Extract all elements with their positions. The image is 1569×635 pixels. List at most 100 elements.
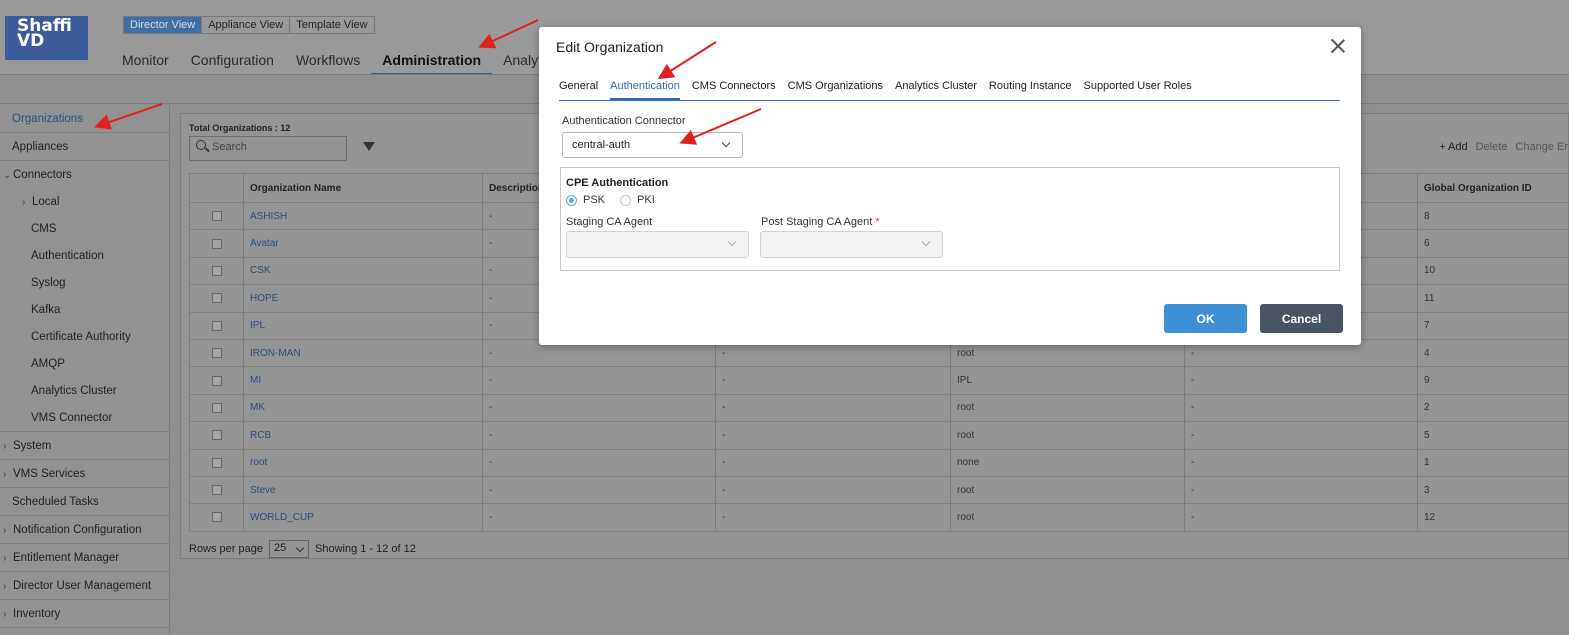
- table-row[interactable]: MK - - root -2: [189, 394, 1569, 423]
- cell-gid: 8: [1417, 203, 1569, 230]
- sidebar-item-notification-configuration[interactable]: › Notification Configuration: [0, 516, 169, 544]
- sidebar-item-scheduled-tasks[interactable]: Scheduled Tasks: [0, 488, 169, 516]
- change-button[interactable]: Change Er: [1515, 141, 1568, 153]
- cell-name[interactable]: HOPE: [243, 285, 482, 312]
- nav-workflows[interactable]: Workflows: [285, 50, 371, 76]
- cell-name[interactable]: IPL: [243, 312, 482, 339]
- cell-gid: 12: [1417, 504, 1569, 531]
- sidebar-item-vms-services[interactable]: › VMS Services: [0, 460, 169, 488]
- chevron-right-icon: ›: [22, 197, 26, 208]
- cell-name[interactable]: root: [243, 449, 482, 476]
- director-view-tab[interactable]: Director View: [124, 17, 203, 33]
- column-organization-name[interactable]: Organization Name: [243, 174, 482, 202]
- sidebar-item-organizations[interactable]: Organizations: [0, 105, 169, 133]
- cell-name[interactable]: ASHISH: [243, 203, 482, 230]
- tab-supported-user-roles[interactable]: Supported User Roles: [1083, 79, 1191, 100]
- cell-gid: 2: [1417, 394, 1569, 422]
- column-global-organization-id[interactable]: Global Organization ID: [1417, 174, 1569, 202]
- cell-desc: -: [482, 394, 715, 422]
- row-checkbox[interactable]: [211, 238, 222, 249]
- row-checkbox[interactable]: [211, 457, 222, 468]
- cell-name[interactable]: CSK: [243, 257, 482, 285]
- pki-radio[interactable]: [620, 194, 632, 206]
- row-checkbox[interactable]: [211, 320, 222, 331]
- row-checkbox[interactable]: [211, 211, 222, 222]
- filter-icon[interactable]: [363, 142, 375, 151]
- nav-administration[interactable]: Administration: [371, 50, 493, 76]
- staging-ca-agent-select[interactable]: [566, 231, 749, 258]
- cell-parent: root: [950, 394, 1184, 422]
- cell-gid: 11: [1417, 285, 1569, 312]
- cell-c3: -: [715, 422, 950, 449]
- table-row[interactable]: Steve - - root -3: [189, 476, 1569, 505]
- cell-name[interactable]: MI: [243, 367, 482, 394]
- table-row[interactable]: RCB - - root -5: [189, 422, 1569, 450]
- table-actions: + Add Delete Change Er: [1431, 141, 1568, 153]
- tab-general[interactable]: General: [559, 79, 598, 100]
- cell-desc: -: [482, 422, 715, 449]
- tab-cms-organizations[interactable]: CMS Organizations: [788, 79, 883, 100]
- row-checkbox-cell: [190, 477, 243, 503]
- sidebar-item-vms-connector[interactable]: VMS Connector: [0, 405, 169, 432]
- add-button[interactable]: + Add: [1439, 141, 1467, 153]
- cell-name[interactable]: Steve: [243, 476, 482, 504]
- rows-per-page-select[interactable]: 25: [269, 540, 309, 558]
- sidebar-item-entitlement-manager[interactable]: › Entitlement Manager: [0, 544, 169, 572]
- chevron-down-icon: [921, 237, 931, 247]
- sidebar-item-director-user-management[interactable]: › Director User Management: [0, 572, 169, 600]
- cancel-button[interactable]: Cancel: [1260, 304, 1343, 333]
- sidebar-item-connectors[interactable]: ⌄ Connectors: [0, 161, 169, 189]
- row-checkbox[interactable]: [211, 402, 222, 413]
- chevron-down-icon: [721, 138, 731, 148]
- sidebar-item-kafka[interactable]: Kafka: [0, 297, 169, 324]
- sidebar-item-local[interactable]: › Local: [0, 189, 169, 216]
- cell-name[interactable]: IRON-MAN: [243, 339, 482, 367]
- sidebar-item-analytics-cluster[interactable]: Analytics Cluster: [0, 378, 169, 405]
- table-row[interactable]: WORLD_CUP - - root -12: [189, 504, 1569, 532]
- row-checkbox-cell: [190, 422, 243, 448]
- sidebar-item-appliances[interactable]: Appliances: [0, 133, 169, 161]
- appliance-view-tab[interactable]: Appliance View: [202, 17, 291, 33]
- cell-desc: -: [482, 504, 715, 531]
- tab-analytics-cluster[interactable]: Analytics Cluster: [895, 79, 977, 100]
- ok-button[interactable]: OK: [1164, 304, 1247, 333]
- chevron-right-icon: ›: [3, 609, 7, 620]
- row-checkbox[interactable]: [211, 430, 222, 441]
- sidebar-item-cms[interactable]: CMS: [0, 216, 169, 243]
- row-checkbox[interactable]: [211, 265, 222, 276]
- sidebar-item-inventory[interactable]: › Inventory: [0, 600, 169, 628]
- sidebar-item-certificate-authority[interactable]: Certificate Authority: [0, 324, 169, 351]
- table-row[interactable]: root - - none -1: [189, 449, 1569, 477]
- chevron-down-icon: [727, 237, 737, 247]
- cell-name[interactable]: MK: [243, 394, 482, 422]
- cell-name[interactable]: RCB: [243, 422, 482, 449]
- auth-connector-select[interactable]: central-auth: [562, 132, 743, 158]
- cell-gid: 6: [1417, 230, 1569, 257]
- tab-cms-connectors[interactable]: CMS Connectors: [692, 79, 776, 100]
- delete-button[interactable]: Delete: [1476, 141, 1508, 153]
- post-staging-ca-agent-select[interactable]: [760, 231, 943, 258]
- row-checkbox[interactable]: [211, 293, 222, 304]
- cell-name[interactable]: WORLD_CUP: [243, 504, 482, 531]
- nav-configuration[interactable]: Configuration: [180, 50, 285, 76]
- search-input[interactable]: Search: [189, 136, 347, 161]
- close-icon[interactable]: [1331, 39, 1345, 53]
- row-checkbox-cell: [190, 504, 243, 530]
- tab-authentication[interactable]: Authentication: [610, 79, 680, 100]
- sidebar-item-system[interactable]: › System: [0, 432, 169, 460]
- tab-routing-instance[interactable]: Routing Instance: [989, 79, 1072, 100]
- row-checkbox[interactable]: [211, 375, 222, 386]
- nav-monitor[interactable]: Monitor: [111, 50, 180, 76]
- psk-radio[interactable]: [566, 194, 577, 206]
- template-view-tab[interactable]: Template View: [290, 17, 373, 33]
- row-checkbox[interactable]: [211, 485, 222, 496]
- table-row[interactable]: MI - - IPL -9: [189, 367, 1569, 395]
- row-checkbox[interactable]: [211, 512, 222, 523]
- dialog-title: Edit Organization: [556, 39, 664, 55]
- sidebar-item-authentication[interactable]: Authentication: [0, 243, 169, 270]
- sidebar-item-syslog[interactable]: Syslog: [0, 270, 169, 297]
- cell-c5: -: [1184, 394, 1417, 422]
- cell-name[interactable]: Avatar: [243, 230, 482, 257]
- row-checkbox[interactable]: [211, 348, 222, 359]
- sidebar-item-amqp[interactable]: AMQP: [0, 351, 169, 378]
